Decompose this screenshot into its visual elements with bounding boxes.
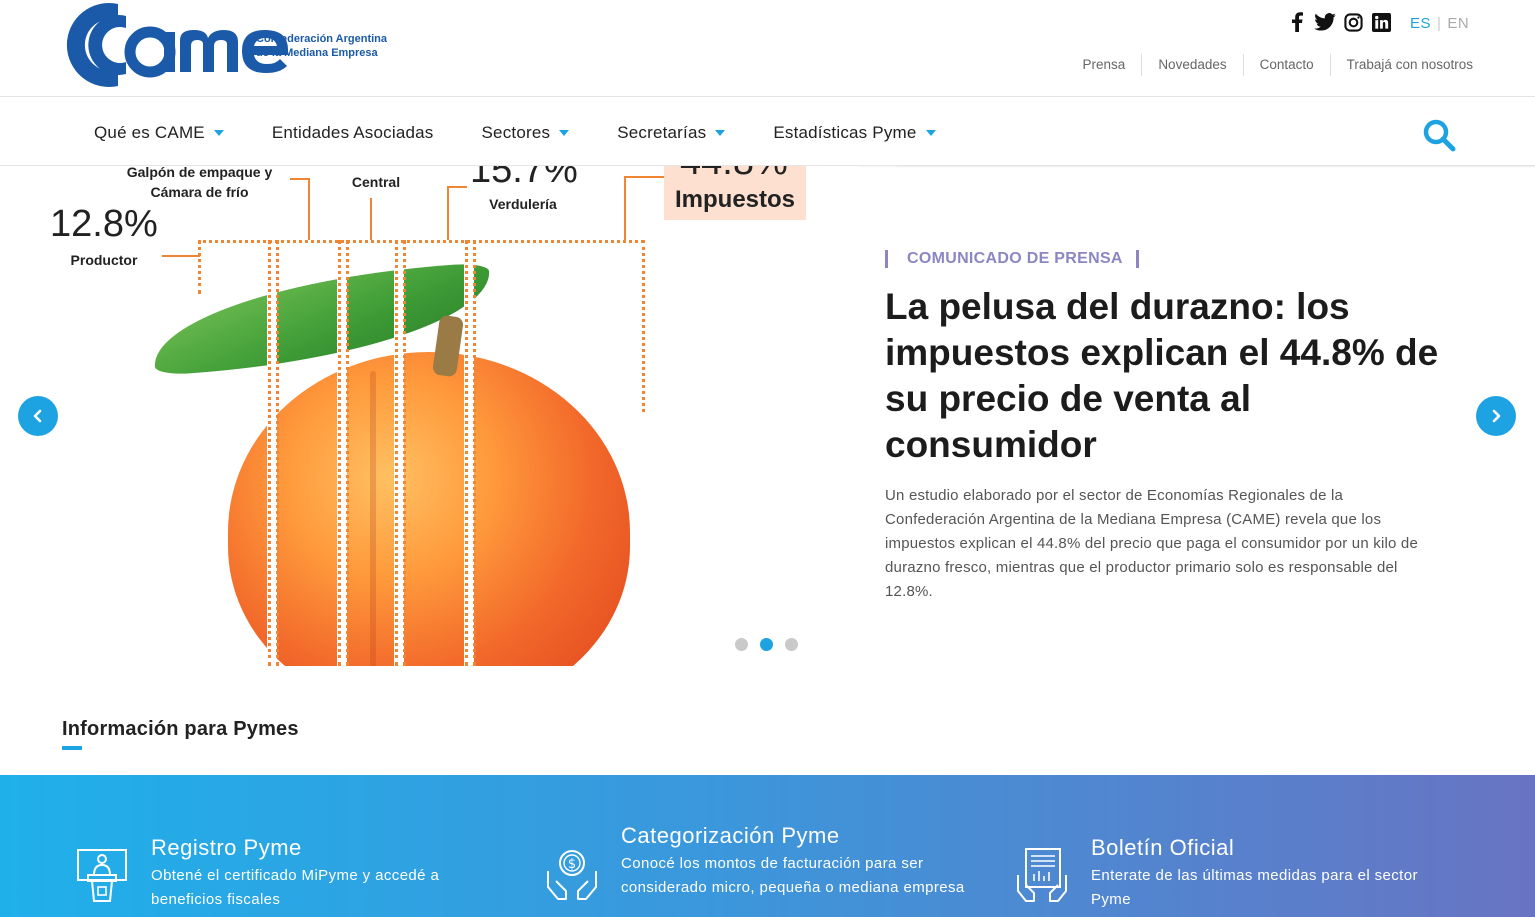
nav-item-que-es-came[interactable]: Qué es CAME [94,123,224,143]
facebook-icon[interactable] [1286,10,1308,34]
connector-line [308,178,310,240]
guide-line [198,240,644,243]
label-impuestos: Impuestos [674,186,796,213]
slider-next-button[interactable] [1476,396,1516,436]
chevron-right-icon [1492,409,1501,423]
slider-dot-1[interactable] [735,638,748,651]
section-title: Información para Pymes [62,718,299,740]
guide-line [403,240,406,666]
money-hands-icon: $ [547,850,597,900]
top-links: Prensa Novedades Contacto Trabajá con no… [1067,54,1473,76]
lang-en[interactable]: EN [1447,15,1469,32]
chevron-down-icon [559,130,570,136]
guide-line [395,240,398,666]
lang-es[interactable]: ES [1410,15,1431,32]
hero-image-infographic[interactable]: Galpón de empaque y Cámara de frío Centr… [0,166,860,666]
slider-dot-3[interactable] [785,638,798,651]
info-card-title: Registro Pyme [151,835,302,860]
chevron-down-icon [925,130,936,136]
language-switcher: ES | EN [1410,15,1469,32]
label-galpon: Galpón de empaque y Cámara de frío [112,166,287,202]
pct-verduleria: 15.7% [470,166,578,191]
nav-item-label: Estadísticas Pyme [773,123,917,142]
label-galpon-line1: Galpón de empaque y [126,166,273,180]
guide-line [642,240,645,412]
connector-line [624,176,664,178]
slider-dots [735,638,798,651]
instagram-icon[interactable] [1342,10,1364,34]
top-link-contacto[interactable]: Contacto [1242,54,1330,76]
info-card-desc: Obtené el certificado MiPyme y accedé a … [151,867,440,908]
social-links [1286,10,1392,34]
connector-line [370,198,372,240]
guide-line [465,240,468,666]
linkedin-icon[interactable] [1370,10,1392,34]
slider-dot-2[interactable] [760,638,773,651]
hero-headline[interactable]: La pelusa del durazno: los impuestos exp… [885,284,1445,468]
hero-summary: Un estudio elaborado por el sector de Ec… [885,487,1419,600]
guide-line [198,240,201,294]
info-cards-band: Registro Pyme Obtené el certificado MiPy… [0,775,1535,917]
info-card-desc: Enterate de las últimas medidas para el … [1091,867,1418,908]
document-hands-icon [1017,848,1067,902]
nav-item-secretarias[interactable]: Secretarías [617,123,726,143]
pct-productor: 12.8% [50,203,158,245]
search-icon[interactable] [1421,117,1457,153]
hero-slider: Galpón de empaque y Cámara de frío Centr… [0,166,1535,666]
guide-line [338,240,341,666]
nav-item-label: Entidades Asociadas [271,123,434,142]
connector-line [447,186,467,188]
podium-icon [77,849,127,902]
connector-line [290,178,309,180]
chevron-down-icon [213,130,224,136]
top-link-trabaja[interactable]: Trabajá con nosotros [1329,54,1473,76]
slider-prev-button[interactable] [18,396,58,436]
logo-tagline-line-2: de la Mediana Empresa [256,47,378,59]
top-header: Confederación Argentina de la Mediana Em… [0,0,1535,97]
peach-illustration [228,352,630,666]
svg-text:$: $ [568,857,576,872]
nav-item-label: Qué es CAME [94,123,205,142]
info-card-title: Categorización Pyme [621,823,840,848]
info-card-title: Boletín Oficial [1091,835,1235,860]
guide-line [276,240,279,666]
guide-line [268,240,271,666]
nav-item-estadisticas-pyme[interactable]: Estadísticas Pyme [773,123,936,143]
connector-line [162,255,200,257]
section-title-underline [62,746,82,750]
logo-tagline: Confederación Argentina de la Mediana Em… [256,32,387,60]
chevron-down-icon [715,130,726,136]
top-link-prensa[interactable]: Prensa [1067,54,1142,76]
label-verduleria: Verdulería [489,196,557,212]
label-productor: Productor [70,252,138,268]
twitter-icon[interactable] [1314,10,1336,34]
label-central: Central [351,174,401,190]
connector-line [624,176,626,240]
top-link-novedades[interactable]: Novedades [1141,54,1242,76]
hero-kicker: COMUNICADO DE PRENSA [885,250,1139,268]
divider [897,166,1535,170]
info-card-desc: Conocé los montos de facturación para se… [621,855,965,896]
guide-line [346,240,349,666]
chevron-left-icon [33,409,42,423]
lang-separator: | [1437,15,1442,32]
hero-text: COMUNICADO DE PRENSA La pelusa del duraz… [885,166,1535,666]
nav-item-sectores[interactable]: Sectores [482,123,570,143]
guide-line [473,240,476,666]
logo-tagline-line-1: Confederación Argentina [256,33,387,45]
nav-items: Qué es CAME Entidades Asociadas Sectores… [94,101,984,165]
nav-item-entidades-asociadas[interactable]: Entidades Asociadas [272,123,434,143]
main-nav: Qué es CAME Entidades Asociadas Sectores… [0,101,1535,166]
pct-impuestos: 44.8% [680,166,788,182]
label-galpon-line2: Cámara de frío [150,184,249,200]
nav-item-label: Sectores [481,123,551,142]
connector-line [447,186,449,240]
nav-item-label: Secretarías [617,123,707,142]
peach-fold [370,371,376,666]
